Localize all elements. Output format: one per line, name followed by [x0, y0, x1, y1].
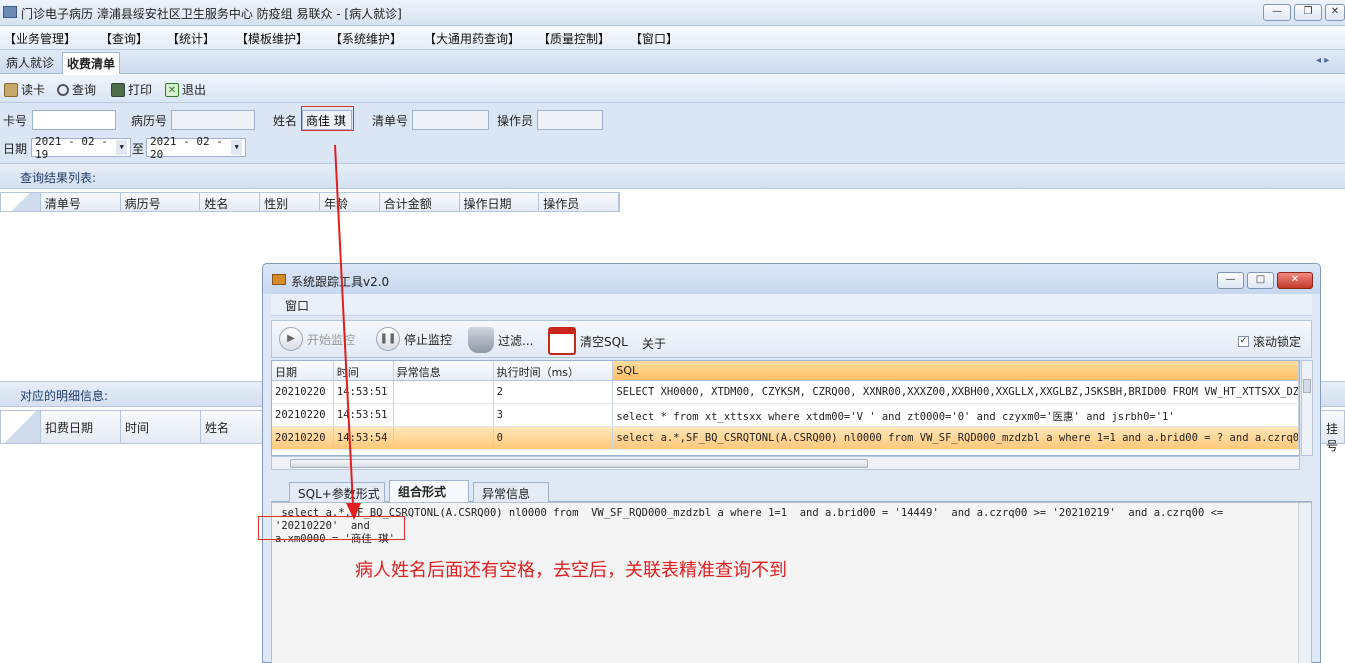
arrow-head — [346, 503, 361, 520]
arrow-line — [334, 144, 354, 506]
annotation-note: 病人姓名后面还有空格，去空后，关联表精准查询不到 — [355, 560, 787, 581]
